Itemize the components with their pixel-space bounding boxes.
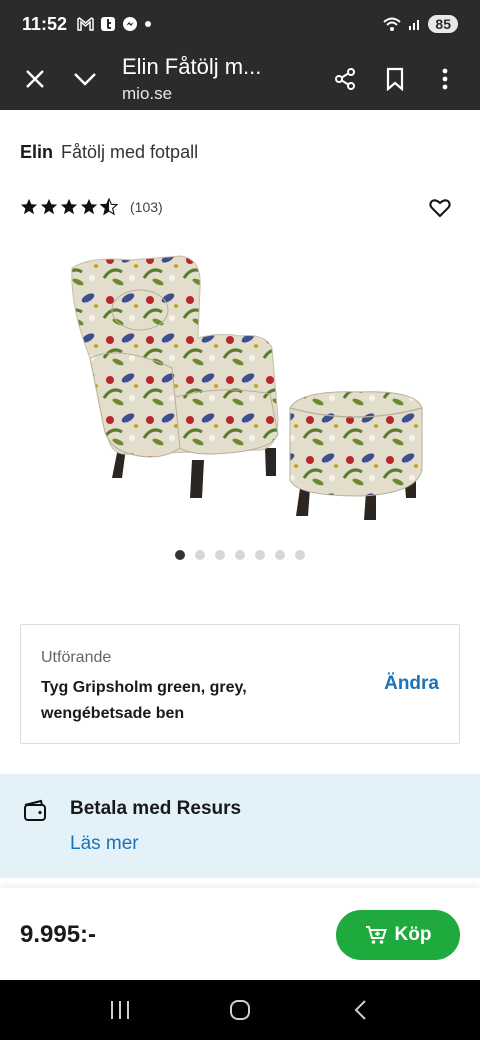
carousel-dot[interactable] (215, 550, 225, 560)
tumblr-icon (100, 16, 116, 32)
wifi-icon (382, 16, 402, 32)
back-icon (354, 1000, 366, 1020)
star-half-icon (100, 198, 118, 216)
close-button[interactable] (10, 54, 60, 104)
wallet-icon (22, 798, 48, 824)
change-variant-link[interactable]: Ändra (384, 673, 439, 695)
favorite-button[interactable] (428, 196, 452, 220)
product-image[interactable] (60, 248, 430, 528)
page-url: mio.se (122, 84, 173, 103)
signal-icon (408, 17, 422, 31)
share-icon (335, 68, 355, 90)
read-more-link[interactable]: Läs mer (70, 833, 139, 855)
home-icon (230, 1000, 250, 1020)
bookmark-button[interactable] (370, 54, 420, 104)
rating-count: (103) (130, 199, 163, 215)
buy-button[interactable]: Köp (336, 910, 460, 960)
carousel-dot[interactable] (175, 550, 185, 560)
gmail-icon (77, 17, 94, 31)
browser-toolbar: Elin Fåtölj m... mio.se (0, 48, 480, 110)
purchase-bar: 9.995:- Köp (0, 888, 480, 980)
variant-label: Utförande (41, 649, 112, 666)
variant-value: Tyg Gripsholm green, grey, wengébetsade … (41, 679, 247, 722)
page-title-area[interactable]: Elin Fåtölj m... mio.se (122, 54, 320, 104)
bookmark-icon (386, 67, 404, 91)
carousel-dot[interactable] (195, 550, 205, 560)
product-title: Elin Fåtölj med fotpall (20, 142, 198, 163)
cart-icon (365, 926, 387, 944)
close-icon (26, 70, 44, 88)
system-nav-bar (0, 980, 480, 1040)
carousel-dot[interactable] (275, 550, 285, 560)
buy-button-label: Köp (394, 924, 432, 945)
star-full-icon (20, 198, 38, 215)
star-full-icon (60, 198, 78, 215)
payment-info-banner: Betala med Resurs Läs mer (0, 774, 480, 878)
back-button[interactable] (340, 990, 380, 1030)
more-options-button[interactable] (420, 54, 470, 104)
collapse-button[interactable] (60, 54, 110, 104)
product-rating[interactable]: (103) (20, 198, 163, 216)
more-vert-icon (442, 68, 448, 90)
share-button[interactable] (320, 54, 370, 104)
status-right: 85 (382, 15, 458, 33)
status-time: 11:52 (22, 13, 68, 34)
recent-apps-icon (111, 1001, 129, 1019)
product-brand: Elin (20, 142, 54, 162)
variant-selector-card: Utförande Tyg Gripsholm green, grey, wen… (20, 624, 460, 744)
image-carousel-dots (0, 550, 480, 560)
product-subtitle: Fåtölj med fotpall (61, 142, 199, 162)
star-full-icon (40, 198, 58, 215)
battery-indicator: 85 (428, 15, 458, 33)
notification-icons (77, 16, 152, 32)
more-notifications-dot-icon (144, 20, 152, 28)
rating-stars (20, 198, 118, 216)
carousel-dot[interactable] (295, 550, 305, 560)
recent-apps-button[interactable] (100, 990, 140, 1030)
messenger-icon (122, 16, 138, 32)
page-title: Elin Fåtölj m... (122, 54, 262, 79)
payment-title: Betala med Resurs (70, 798, 242, 819)
status-bar: 11:52 85 (0, 0, 480, 48)
star-full-icon (80, 198, 98, 215)
product-price: 9.995:- (20, 921, 97, 948)
home-button[interactable] (220, 990, 260, 1030)
carousel-dot[interactable] (255, 550, 265, 560)
armchair-footstool-image (71, 255, 423, 520)
heart-icon (429, 199, 451, 218)
chevron-down-icon (74, 73, 96, 86)
carousel-dot[interactable] (235, 550, 245, 560)
page-content: Elin Fåtölj med fotpall (103) Utförande … (0, 110, 480, 880)
